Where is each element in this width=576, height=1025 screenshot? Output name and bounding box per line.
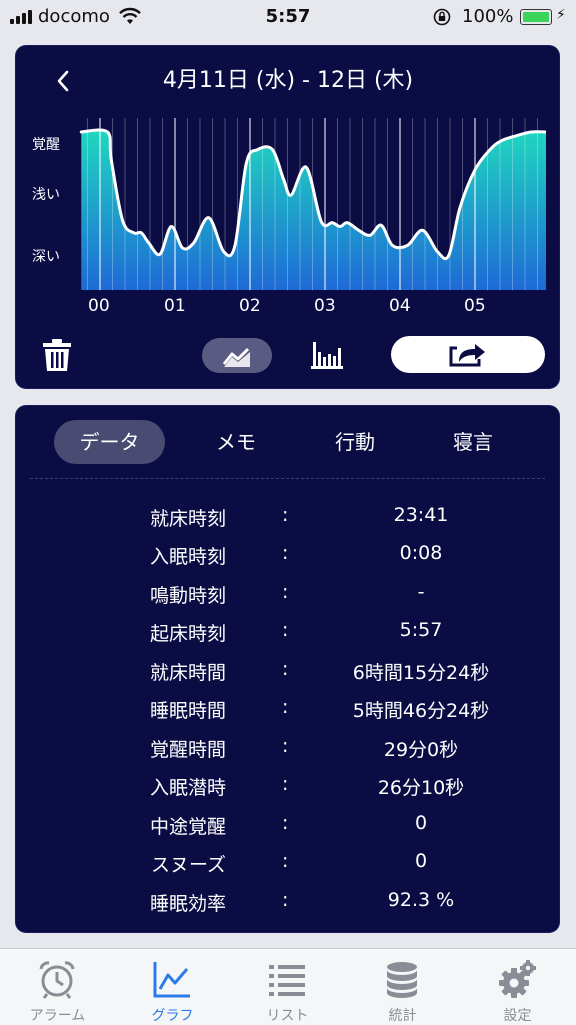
- row-colon: :: [282, 735, 289, 757]
- tabbar-settings[interactable]: 設定: [460, 949, 575, 1025]
- y-label-awake: 覚醒: [32, 137, 60, 153]
- status-bar: docomo 5:57 100% ⚡: [0, 0, 576, 34]
- row-label: スヌーズ: [150, 854, 226, 876]
- row-label: 睡眠時間: [149, 700, 226, 722]
- alarm-clock-icon: [39, 961, 75, 999]
- battery-percent: 100%: [462, 6, 514, 27]
- divider: [30, 478, 545, 479]
- row-value: 23:41: [393, 504, 449, 526]
- tabbar-label: リスト: [266, 1008, 309, 1024]
- tabbar-stats[interactable]: 統計: [345, 949, 460, 1025]
- row-value: 0: [414, 850, 428, 872]
- row-colon: :: [282, 542, 289, 564]
- gear-icon: [499, 960, 536, 998]
- row-snooze: スヌーズ : 0: [16, 842, 559, 880]
- tab-memo[interactable]: メモ: [196, 420, 276, 464]
- tab-data[interactable]: データ: [54, 420, 165, 464]
- row-label: 入眠時刻: [149, 546, 226, 568]
- row-value: 0:08: [399, 542, 443, 564]
- share-icon: [449, 344, 485, 367]
- tabbar-graph[interactable]: グラフ: [115, 949, 230, 1025]
- row-colon: :: [282, 889, 289, 911]
- row-label: 入眠潜時: [149, 777, 226, 799]
- row-alarm-time: 鳴動時刻 : -: [16, 573, 559, 611]
- row-colon: :: [282, 773, 289, 795]
- tabbar-list[interactable]: リスト: [230, 949, 345, 1025]
- tabbar-label: グラフ: [151, 1008, 194, 1024]
- graph-icon: [153, 962, 190, 998]
- sleep-depth-chart: [79, 118, 546, 290]
- battery-icon: [520, 9, 552, 25]
- tab-sleep-talk[interactable]: 寝言: [433, 420, 513, 464]
- share-button[interactable]: [391, 336, 545, 373]
- x-label-03: 03: [314, 296, 336, 316]
- database-icon: [387, 962, 417, 998]
- tabbar-label: 統計: [388, 1008, 417, 1024]
- row-value: -: [417, 581, 425, 603]
- row-sleep-onset-time: 入眠時刻 : 0:08: [16, 534, 559, 572]
- date-range-title: 4月11日 (水) - 12日 (木): [162, 68, 414, 93]
- tab-bar: アラーム グラフ リスト 統計 設定: [0, 948, 576, 1025]
- row-wake-time: 起床時刻 : 5:57: [16, 611, 559, 649]
- row-sleep-latency: 入眠潜時 : 26分10秒: [16, 765, 559, 803]
- x-label-00: 00: [88, 296, 110, 316]
- row-value: 0: [414, 812, 428, 834]
- row-colon: :: [282, 619, 289, 641]
- row-label: 睡眠効率: [149, 893, 226, 915]
- row-sleep-duration: 睡眠時間 : 5時間46分24秒: [16, 688, 559, 726]
- trash-icon[interactable]: [42, 338, 72, 372]
- row-label: 就床時間: [149, 662, 226, 684]
- x-label-02: 02: [239, 296, 261, 316]
- y-label-deep: 深い: [32, 249, 60, 265]
- row-colon: :: [282, 658, 289, 680]
- row-colon: :: [282, 812, 289, 834]
- row-colon: :: [282, 581, 289, 603]
- row-value: 92.3 %: [387, 889, 455, 911]
- charging-icon: ⚡: [556, 7, 566, 23]
- row-value: 5:57: [399, 619, 443, 641]
- row-sleep-efficiency: 睡眠効率 : 92.3 %: [16, 881, 559, 919]
- x-label-05: 05: [464, 296, 486, 316]
- row-colon: :: [282, 850, 289, 872]
- row-label: 起床時刻: [149, 623, 226, 645]
- row-colon: :: [282, 696, 289, 718]
- sleep-area: [81, 129, 546, 290]
- tabbar-label: 設定: [503, 1008, 532, 1024]
- row-label: 鳴動時刻: [149, 585, 226, 607]
- row-value: 6時間15分24秒: [352, 662, 490, 684]
- line-chart-icon: [222, 347, 250, 367]
- list-icon: [269, 965, 305, 996]
- row-value: 29分0秒: [383, 739, 459, 761]
- row-colon: :: [282, 504, 289, 526]
- row-awake-duration: 覚醒時間 : 29分0秒: [16, 727, 559, 765]
- row-time-in-bed: 就床時間 : 6時間15分24秒: [16, 650, 559, 688]
- row-bed-time: 就床時刻 : 23:41: [16, 496, 559, 534]
- row-mid-awakenings: 中途覚醒 : 0: [16, 804, 559, 842]
- line-chart-button[interactable]: [202, 338, 272, 373]
- y-label-light: 浅い: [32, 187, 60, 203]
- row-value: 5時間46分24秒: [352, 700, 490, 722]
- row-label: 中途覚醒: [149, 816, 226, 838]
- bar-chart-button[interactable]: [310, 340, 344, 370]
- row-label: 就床時刻: [149, 508, 226, 530]
- row-value: 26分10秒: [377, 777, 465, 799]
- x-label-04: 04: [389, 296, 411, 316]
- tabbar-alarm[interactable]: アラーム: [0, 949, 115, 1025]
- tabbar-label: アラーム: [29, 1008, 86, 1024]
- x-label-01: 01: [164, 296, 186, 316]
- rotation-lock-icon: [433, 8, 451, 26]
- row-label: 覚醒時間: [149, 739, 226, 761]
- tab-activity[interactable]: 行動: [315, 420, 395, 464]
